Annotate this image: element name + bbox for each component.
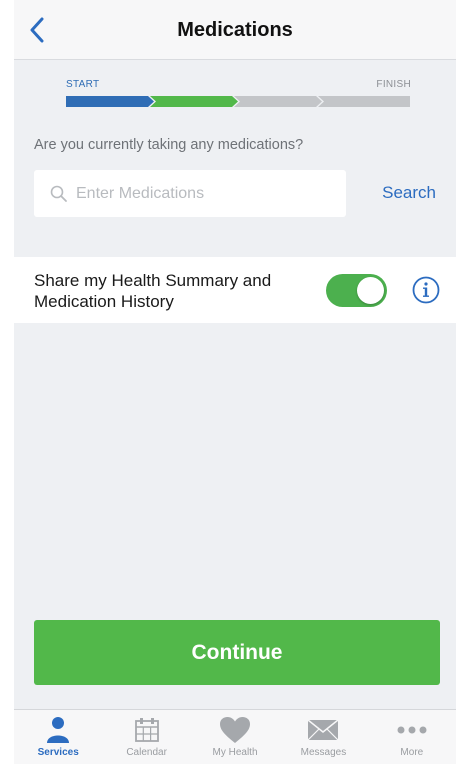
search-icon (50, 185, 67, 202)
tab-my-health[interactable]: My Health (191, 710, 279, 764)
tab-messages[interactable]: Messages (279, 710, 367, 764)
progress-step-3 (234, 96, 322, 107)
medications-section: START FINISH Are you currently taking an… (14, 60, 456, 257)
calendar-icon (134, 718, 159, 742)
person-icon (47, 717, 70, 743)
tab-more[interactable]: More (368, 710, 456, 764)
share-label: Share my Health Summary and Medication H… (34, 271, 272, 311)
progress-step-4 (318, 96, 410, 107)
tab-calendar[interactable]: Calendar (102, 710, 190, 764)
app-screen: Medications START FINISH Are you current… (14, 0, 456, 764)
search-button[interactable]: Search (382, 183, 436, 203)
tab-label-messages: Messages (300, 747, 347, 758)
tab-label-calendar: Calendar (126, 747, 167, 758)
progress-finish-label: FINISH (376, 79, 411, 90)
share-health-summary-row: Share my Health Summary and Medication H… (14, 257, 456, 323)
page-title: Medications (177, 19, 293, 41)
nav-header: Medications (14, 0, 456, 60)
info-icon[interactable] (411, 275, 441, 305)
medications-question: Are you currently taking any medications… (34, 137, 304, 153)
tab-services[interactable]: Services (14, 710, 102, 764)
tab-label-more: More (400, 747, 424, 758)
continue-button[interactable]: Continue (34, 620, 440, 685)
search-field[interactable] (34, 170, 346, 217)
tab-bar: Services Calendar My Health Messages Mor… (14, 709, 456, 764)
heart-icon (220, 717, 251, 743)
progress-start-label: START (66, 79, 100, 90)
progress-step-1 (66, 96, 154, 107)
tab-label-my-health: My Health (212, 747, 258, 758)
medication-search-input[interactable] (76, 184, 326, 203)
share-toggle[interactable] (326, 274, 387, 307)
tab-label-services: Services (37, 747, 79, 758)
toggle-knob (357, 277, 384, 304)
envelope-icon (307, 719, 339, 741)
more-icon (397, 726, 427, 734)
progress-bar (66, 96, 410, 107)
progress-step-2 (150, 96, 238, 107)
